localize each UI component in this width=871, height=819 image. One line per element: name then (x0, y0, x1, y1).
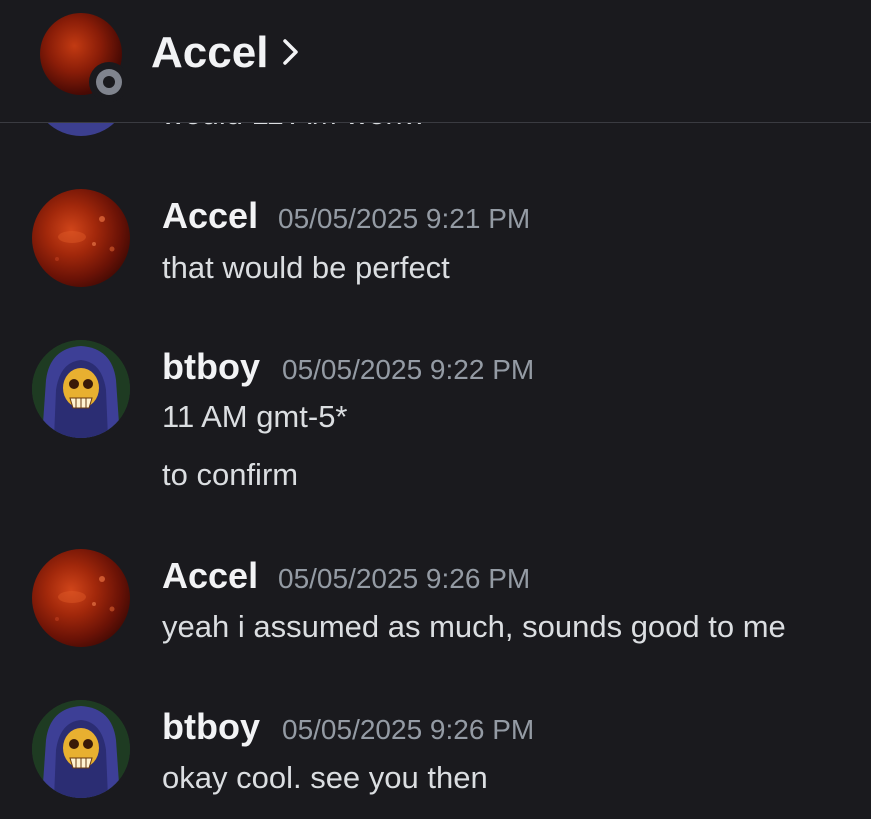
message-text: would 11 AM work? (162, 122, 429, 134)
message-author[interactable]: Accel (162, 554, 258, 598)
chevron-right-icon[interactable] (280, 34, 302, 70)
avatar[interactable] (32, 549, 130, 647)
skeletor-avatar-icon (32, 340, 130, 438)
message-timestamp: 05/05/2025 9:22 PM (282, 354, 535, 385)
header-title[interactable]: Accel (151, 28, 268, 78)
message-author[interactable]: btboy (162, 705, 260, 749)
status-idle-icon (89, 62, 129, 102)
red-abstract-avatar-icon (55, 576, 115, 621)
message-author[interactable]: Accel (162, 194, 258, 238)
avatar[interactable] (32, 122, 130, 136)
skeletor-avatar-icon (32, 700, 130, 798)
message-timestamp: 05/05/2025 9:26 PM (282, 714, 535, 745)
message-text: that would be perfect (162, 250, 450, 285)
message-text: to confirm (162, 457, 299, 492)
message-text: okay cool. see you then (162, 760, 488, 795)
message-timestamp: 05/05/2025 9:21 PM (278, 203, 531, 234)
red-abstract-avatar-icon (55, 216, 115, 261)
avatar[interactable] (32, 189, 130, 287)
avatar[interactable] (32, 340, 130, 438)
avatar[interactable] (32, 700, 130, 798)
partial-message: would 11 AM work? (0, 122, 871, 142)
message-timestamp: 05/05/2025 9:26 PM (278, 563, 531, 594)
message-author[interactable]: btboy (162, 345, 260, 389)
channel-header: Accel (0, 0, 871, 123)
message-text: 11 AM gmt-5* (162, 399, 348, 434)
message-text: yeah i assumed as much, sounds good to m… (162, 609, 786, 644)
